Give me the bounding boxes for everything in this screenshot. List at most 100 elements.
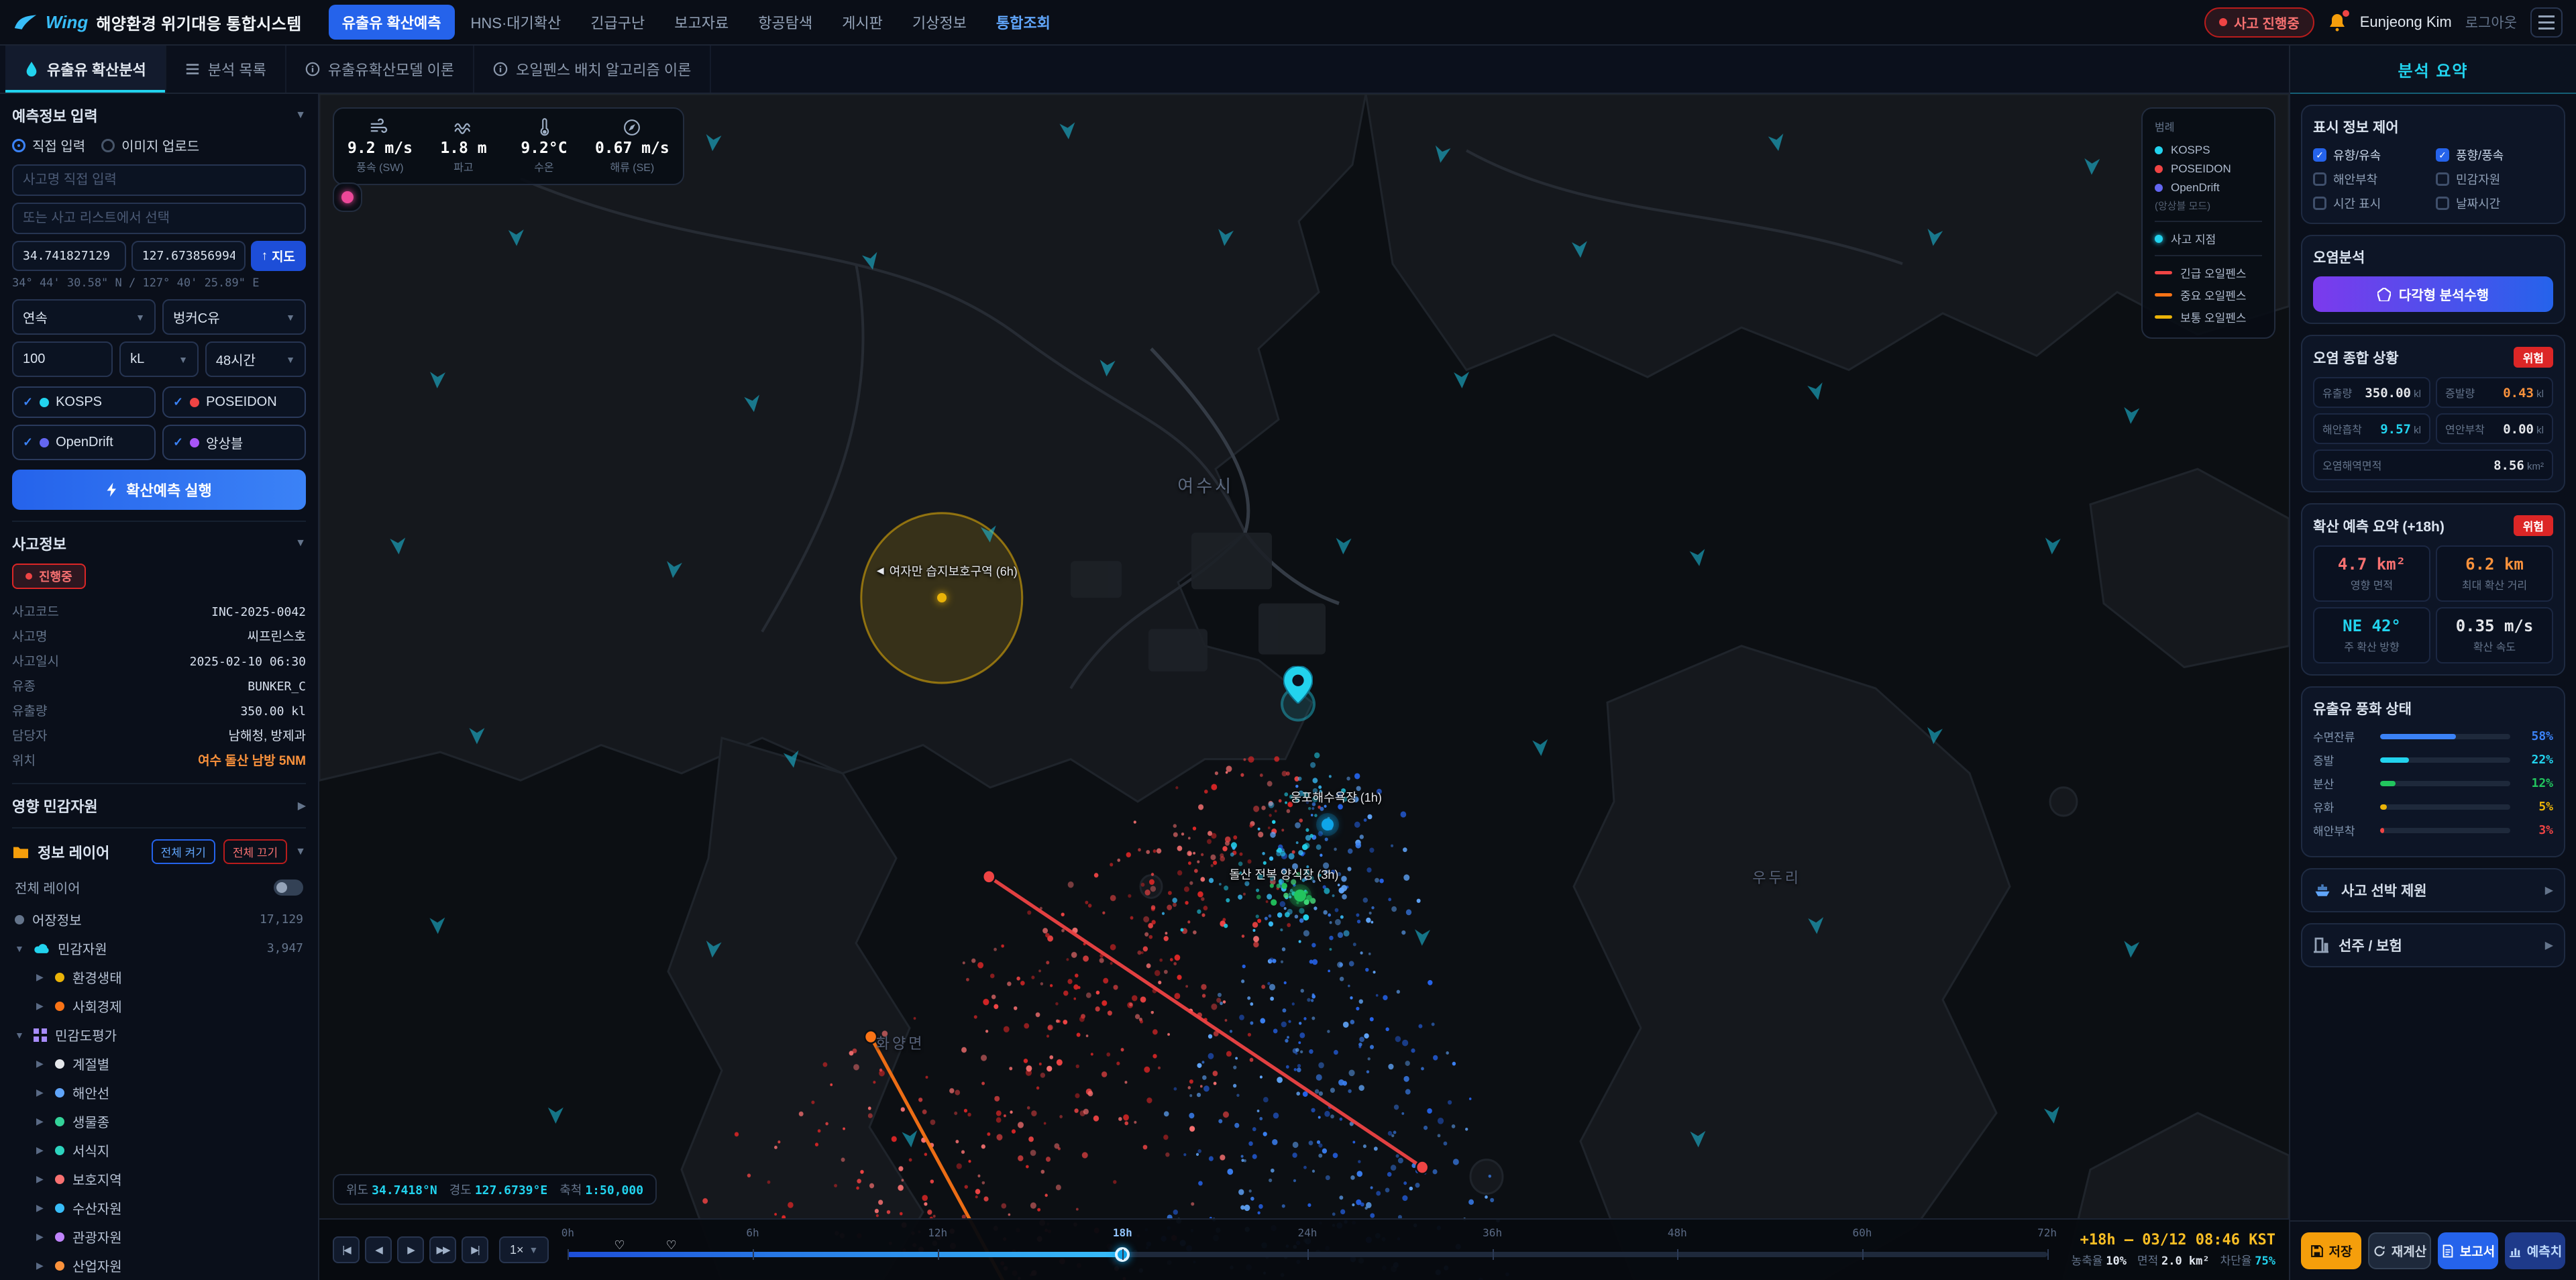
model-checkbox-poseidon[interactable]: ✓POSEIDON [162, 386, 306, 418]
option-label: 민감자원 [2456, 170, 2500, 188]
sensitive-resources-section: 영향 민감자원 ▶ [12, 795, 306, 829]
tab-2[interactable]: 유출유확산모델 이론 [286, 46, 474, 93]
chevron-down-icon[interactable]: ▼ [295, 846, 306, 858]
latitude-input[interactable] [12, 241, 126, 271]
display-option-0[interactable]: ✓유향/유속 [2313, 146, 2430, 164]
재계산-button[interactable]: 재계산 [2368, 1232, 2431, 1269]
run-prediction-button[interactable]: 확산예측 실행 [12, 470, 306, 510]
layer-item-9[interactable]: ▶보호지역 [34, 1165, 306, 1193]
owner-insurance-section[interactable]: 선주 / 보험 ▶ [2301, 923, 2565, 967]
hamburger-menu-icon[interactable] [2530, 7, 2563, 38]
amount-input[interactable] [12, 341, 113, 377]
grid-icon [34, 1028, 47, 1042]
layer-item-1[interactable]: ▼민감자원3,947 [12, 934, 306, 963]
incident-list-input[interactable] [12, 203, 306, 234]
layer-item-10[interactable]: ▶수산자원 [34, 1193, 306, 1222]
chevron-down-icon[interactable]: ▼ [295, 109, 306, 121]
poi-marker-farm[interactable] [1294, 890, 1306, 902]
display-option-4[interactable]: 시간 표시 [2313, 195, 2430, 212]
incident-location-pin[interactable] [1283, 665, 1313, 707]
model-checkbox-kosps[interactable]: ✓KOSPS [12, 386, 156, 418]
chevron-right-icon: ▶ [36, 1116, 47, 1127]
chevron-down-icon[interactable]: ▼ [295, 537, 306, 549]
unit-select[interactable]: kL▼ [119, 341, 199, 377]
layer-item-0[interactable]: 어장정보17,129 [12, 905, 306, 934]
layer-item-6[interactable]: ▶해안선 [34, 1078, 306, 1107]
nav-item-2[interactable]: 긴급구난 [577, 5, 658, 40]
pick-on-map-button[interactable]: ↑ 지도 [251, 241, 306, 271]
skip-end-button[interactable]: ▶| [462, 1236, 488, 1263]
map-canvas[interactable]: 여수시화양면우두리 ◀여자만 습지보호구역 (6h)웅포해수욕장 (1h)돌산 … [319, 94, 2289, 1280]
tab-3[interactable]: 오일펜스 배치 알고리즘 이론 [474, 46, 711, 93]
nav-item-5[interactable]: 게시판 [828, 5, 896, 40]
model-checkbox-앙상블[interactable]: ✓앙상블 [162, 425, 306, 460]
card-title: 오염분석 [2313, 247, 2365, 267]
display-option-2[interactable]: 해안부착 [2313, 170, 2430, 188]
step-back-button[interactable]: ◀ [365, 1236, 392, 1263]
nav-item-3[interactable]: 보고자료 [661, 5, 742, 40]
보고서-button[interactable]: 보고서 [2438, 1232, 2498, 1269]
master-layer-toggle[interactable] [274, 879, 303, 896]
weather-stat-1: 1.8 m파고 [434, 118, 493, 174]
input-mode-radio-0[interactable]: 직접 입력 [12, 136, 85, 155]
layer-item-12[interactable]: ▶산업자원 [34, 1251, 306, 1280]
oil-type-value: 벙커C유 [173, 307, 220, 327]
polygon-button-label: 다각형 분석수행 [2399, 284, 2489, 304]
poi-marker-beach[interactable] [1322, 818, 1334, 831]
spill-type-select[interactable]: 연속▼ [12, 299, 156, 335]
lon-value: 127.6739°E [475, 1183, 547, 1197]
display-option-3[interactable]: 민감자원 [2436, 170, 2553, 188]
fast-forward-button[interactable]: ▶▶ [429, 1236, 456, 1263]
all-layers-off-button[interactable]: 전체 끄기 [223, 839, 287, 864]
incident-name-input[interactable] [12, 164, 306, 196]
nav-item-7[interactable]: 통합조회 [983, 5, 1064, 40]
input-mode-radios: 직접 입력 이미지 업로드 [12, 136, 306, 155]
longitude-input[interactable] [131, 241, 246, 271]
nav-item-6[interactable]: 기상정보 [899, 5, 980, 40]
all-layers-on-button[interactable]: 전체 켜기 [152, 839, 215, 864]
layer-item-11[interactable]: ▶관광자원 [34, 1222, 306, 1251]
tab-0[interactable]: 유출유 확산분석 [5, 46, 166, 93]
chevron-right-icon[interactable]: ▶ [298, 799, 306, 812]
layer-item-3[interactable]: ▶사회경제 [34, 992, 306, 1020]
timeline-track[interactable] [568, 1252, 2047, 1257]
stat-label: 농축율 [2072, 1255, 2106, 1267]
checkbox-icon [2436, 172, 2449, 186]
skip-start-button[interactable]: |◀ [333, 1236, 360, 1263]
map-legend: 범례KOSPSPOSEIDONOpenDrift(앙상블 모드)사고 지점긴급 … [2141, 107, 2275, 339]
chevron-right-icon: ▶ [36, 1087, 47, 1098]
logout-button[interactable]: 로그아웃 [2465, 12, 2517, 32]
nav-item-0[interactable]: 유출유 확산예측 [329, 5, 455, 40]
model-checkbox-opendrift[interactable]: ✓OpenDrift [12, 425, 156, 460]
map-style-tool-button[interactable] [333, 182, 362, 212]
timeline-stats: 농축율 10%면적 2.0 km²차단율 75% [2072, 1251, 2275, 1268]
playback-speed-select[interactable]: 1× ▼ [499, 1236, 549, 1263]
저장-button[interactable]: 저장 [2301, 1232, 2361, 1269]
layer-item-8[interactable]: ▶서식지 [34, 1136, 306, 1165]
oil-type-select[interactable]: 벙커C유▼ [162, 299, 306, 335]
nav-item-1[interactable]: HNS·대기확산 [458, 5, 575, 40]
scale-value: 1:50,000 [585, 1183, 643, 1197]
예측치-button[interactable]: 예측치 [2505, 1232, 2565, 1269]
danger-badge: 위험 [2514, 515, 2553, 536]
duration-select[interactable]: 48시간▼ [205, 341, 306, 377]
ship-spec-section[interactable]: 사고 선박 제원 ▶ [2301, 868, 2565, 912]
layer-item-2[interactable]: ▶환경생태 [34, 963, 306, 992]
timeline-bookmark-icon[interactable]: ♡ [614, 1238, 625, 1252]
weather-label: 해류 (SE) [595, 158, 669, 174]
layer-item-7[interactable]: ▶생물종 [34, 1107, 306, 1136]
layer-item-4[interactable]: ▼민감도평가 [12, 1020, 306, 1049]
notification-bell-icon[interactable] [2328, 13, 2347, 32]
play-button[interactable]: ▶ [397, 1236, 424, 1263]
timeline-bookmark-icon[interactable]: ♡ [666, 1238, 677, 1252]
display-option-1[interactable]: ✓풍향/풍속 [2436, 146, 2553, 164]
checkbox-icon: ✓ [2436, 148, 2449, 162]
tab-1[interactable]: 분석 목록 [166, 46, 286, 93]
section-label: 사고 선박 제원 [2341, 880, 2536, 900]
nav-item-4[interactable]: 항공탐색 [745, 5, 826, 40]
input-mode-radio-1[interactable]: 이미지 업로드 [101, 136, 199, 155]
layer-item-5[interactable]: ▶계절별 [34, 1049, 306, 1078]
field-label: 사고코드 [12, 602, 59, 620]
polygon-analysis-button[interactable]: 다각형 분석수행 [2313, 276, 2553, 312]
display-option-5[interactable]: 날짜시간 [2436, 195, 2553, 212]
